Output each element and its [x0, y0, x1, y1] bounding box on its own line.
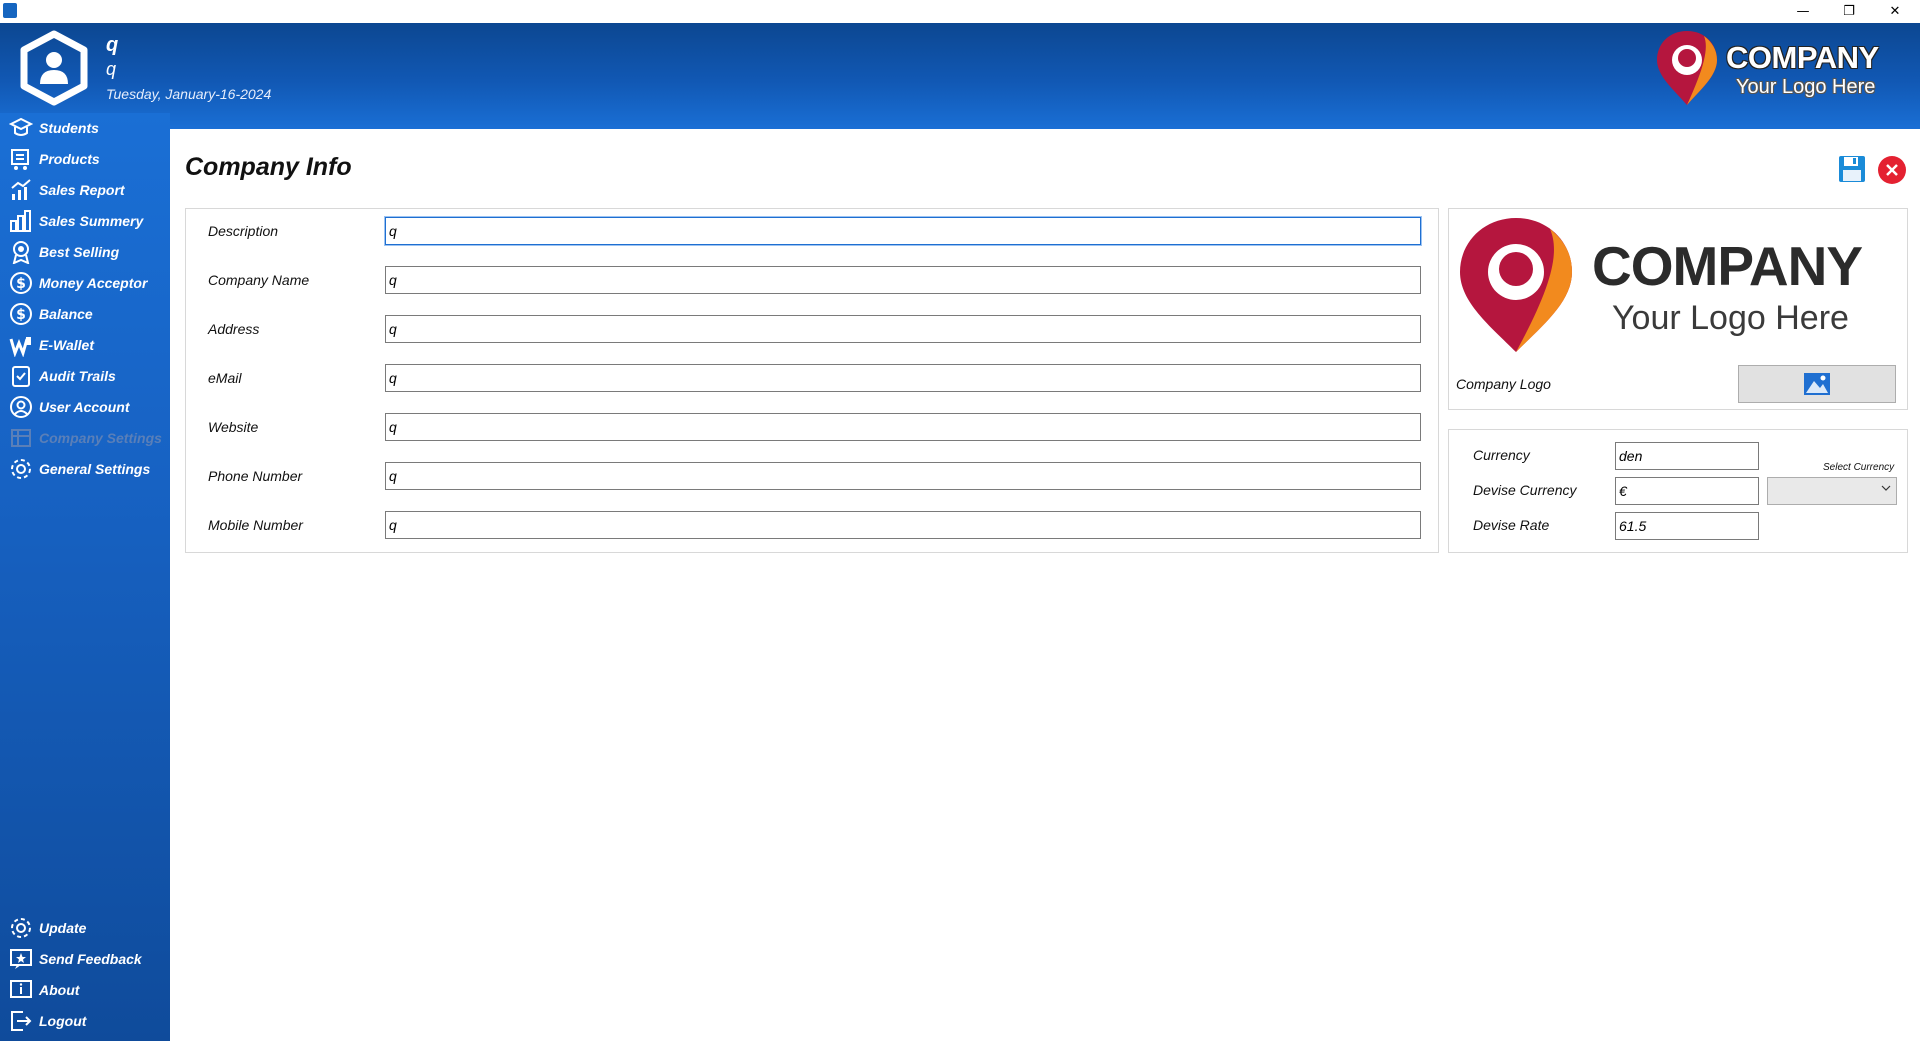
header-brand-logo: COMPANY Your Logo Here	[1650, 26, 1900, 108]
devise-currency-label: Devise Currency	[1473, 482, 1577, 498]
students-icon	[8, 115, 34, 141]
address-label: Address	[208, 321, 260, 337]
restore-button[interactable]: ❐	[1826, 0, 1872, 23]
close-window-button[interactable]: ✕	[1872, 0, 1918, 23]
close-icon[interactable]	[1878, 156, 1906, 184]
form-row-website: Website	[186, 413, 1438, 441]
sales-summary-icon	[8, 208, 34, 234]
window-titlebar: — ❐ ✕	[0, 0, 1920, 23]
form-row-company-name: Company Name	[186, 266, 1438, 294]
devise-currency-input[interactable]	[1615, 477, 1759, 505]
company-settings-icon	[8, 425, 34, 451]
user-name: q	[106, 34, 119, 56]
company-name-label: Company Name	[208, 272, 310, 288]
select-currency-label: Select Currency	[1823, 462, 1895, 473]
phone-number-input[interactable]	[385, 462, 1421, 490]
brand-name: COMPANY	[1726, 40, 1879, 75]
sidebar-item-user-account[interactable]: User Account	[0, 392, 170, 422]
form-row-description: Description	[186, 216, 1438, 246]
minimize-button[interactable]: —	[1780, 0, 1826, 23]
company-logo-label: Company Logo	[1456, 376, 1551, 392]
save-icon[interactable]	[1837, 154, 1867, 184]
image-icon	[1804, 373, 1830, 395]
brand-pin-icon	[1657, 31, 1717, 105]
sidebar-item-general-settings[interactable]: General Settings	[0, 454, 170, 484]
form-row-email: eMail	[186, 364, 1438, 392]
devise-rate-input[interactable]	[1615, 512, 1759, 540]
sidebar-item-company-settings[interactable]: Company Settings	[0, 423, 170, 453]
user-role: q	[106, 59, 117, 79]
brand-tagline: Your Logo Here	[1736, 76, 1876, 98]
phone-number-label: Phone Number	[208, 468, 303, 484]
general-settings-icon	[8, 456, 34, 482]
sidebar-item-products[interactable]: Products	[0, 144, 170, 174]
about-icon	[8, 977, 34, 1003]
form-row-phone-number: Phone Number	[186, 462, 1438, 490]
sidebar-item-money-acceptor[interactable]: $ Money Acceptor	[0, 268, 170, 298]
currency-input[interactable]	[1615, 442, 1759, 470]
sidebar-item-sales-summery[interactable]: Sales Summery	[0, 206, 170, 236]
svg-text:$: $	[16, 307, 26, 323]
user-account-icon	[8, 394, 34, 420]
address-input[interactable]	[385, 315, 1421, 343]
description-label: Description	[208, 223, 279, 239]
form-row-address: Address	[186, 315, 1438, 343]
description-input[interactable]	[384, 216, 1422, 246]
audit-trails-icon	[8, 363, 34, 389]
app-header: q q Tuesday, January-16-2024 COMPANY You…	[0, 23, 1920, 129]
sidebar-item-balance[interactable]: $ Balance	[0, 299, 170, 329]
website-label: Website	[208, 419, 259, 435]
user-avatar-icon	[20, 30, 88, 106]
mobile-number-input[interactable]	[385, 511, 1421, 539]
company-name-input[interactable]	[385, 266, 1421, 294]
current-date: Tuesday, January-16-2024	[106, 86, 272, 102]
email-input[interactable]	[385, 364, 1421, 392]
best-selling-icon	[8, 239, 34, 265]
sidebar-item-students[interactable]: Students	[0, 113, 170, 143]
sales-report-icon	[8, 177, 34, 203]
logout-icon	[8, 1008, 34, 1034]
sidebar-item-best-selling[interactable]: Best Selling	[0, 237, 170, 267]
sidebar-item-send-feedback[interactable]: Send Feedback	[0, 944, 170, 974]
mobile-number-label: Mobile Number	[208, 517, 303, 533]
form-row-mobile-number: Mobile Number	[186, 511, 1438, 539]
sidebar: Students Products Sales Report Sales Sum…	[0, 113, 170, 1041]
money-acceptor-icon: $	[8, 270, 34, 296]
company-logo-tagline: Your Logo Here	[1612, 299, 1849, 337]
products-icon	[8, 146, 34, 172]
e-wallet-icon	[8, 332, 34, 358]
page-title: Company Info	[185, 153, 352, 181]
select-currency-dropdown[interactable]	[1767, 477, 1897, 505]
sidebar-item-audit-trails[interactable]: Audit Trails	[0, 361, 170, 391]
email-label: eMail	[208, 370, 242, 386]
sidebar-item-update[interactable]: Update	[0, 913, 170, 943]
feedback-icon	[8, 946, 34, 972]
update-icon	[8, 915, 34, 941]
app-icon	[3, 3, 17, 18]
sidebar-item-about[interactable]: About	[0, 975, 170, 1005]
browse-logo-button[interactable]	[1738, 365, 1896, 403]
sidebar-item-e-wallet[interactable]: E-Wallet	[0, 330, 170, 360]
sidebar-item-logout[interactable]: Logout	[0, 1006, 170, 1036]
svg-text:$: $	[16, 276, 26, 292]
website-input[interactable]	[385, 413, 1421, 441]
company-logo-pin-icon	[1460, 218, 1572, 352]
chevron-down-icon	[1881, 483, 1891, 496]
company-info-form: Description Company Name Address eMail W…	[185, 208, 1439, 553]
balance-icon: $	[8, 301, 34, 327]
company-logo-name: COMPANY	[1592, 235, 1863, 297]
currency-label: Currency	[1473, 447, 1530, 463]
sidebar-item-sales-report[interactable]: Sales Report	[0, 175, 170, 205]
devise-rate-label: Devise Rate	[1473, 517, 1550, 533]
